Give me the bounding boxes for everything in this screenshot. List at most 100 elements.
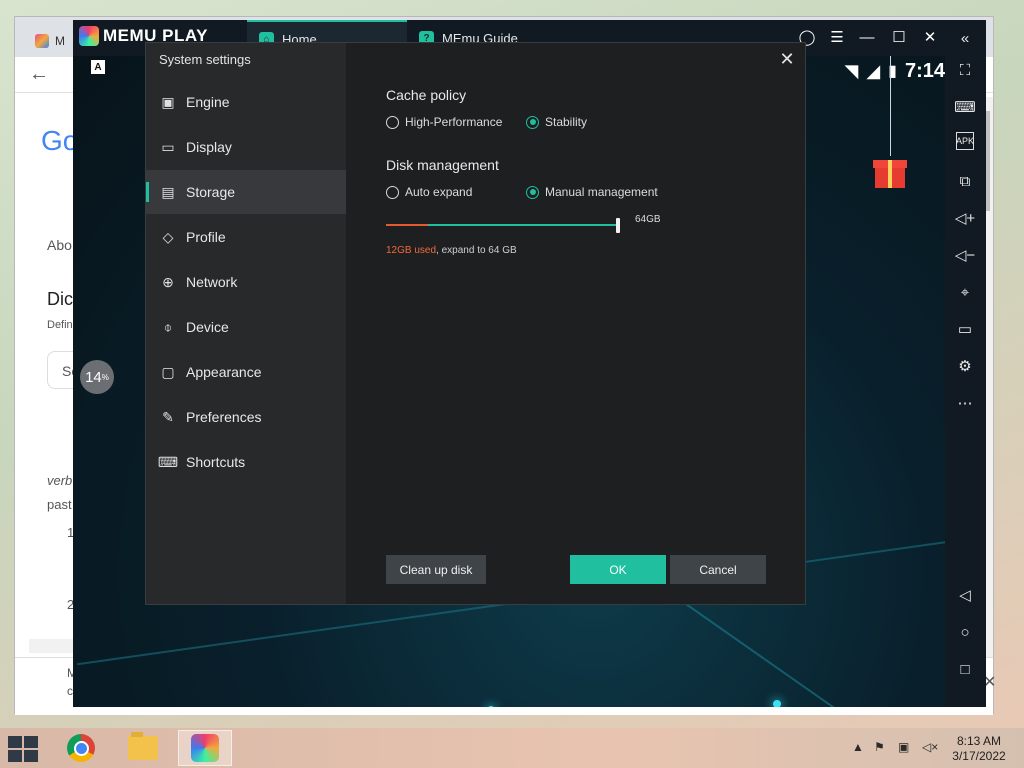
radio-high-performance[interactable]: High-Performance [386,115,502,129]
radio-button-selected [526,115,539,129]
wifi-icon: ◥ [844,60,859,81]
keyboard-icon[interactable]: ⌨ [953,95,977,119]
browser-tab-label: M [55,34,65,48]
taskbar-file-explorer[interactable] [116,730,170,766]
cancel-button[interactable]: Cancel [670,555,766,584]
progress-unit: % [101,372,109,382]
bg-glow-dot [773,700,781,707]
location-icon[interactable]: ⌖ [953,280,977,304]
chrome-icon [67,734,95,762]
android-status-bar: ◥ ◢ ▮ 7:14 [813,56,945,86]
nav-item-label: Appearance [186,364,262,380]
nav-item-profile[interactable]: ◇ Profile [146,215,346,259]
radio-auto-expand[interactable]: Auto expand [386,185,472,199]
storage-icon: ▤ [161,183,175,200]
fullscreen-icon[interactable]: ⛶ [953,58,977,82]
snippet-about: Abo [47,237,72,253]
tag-icon: ◇ [162,228,174,245]
start-pane [24,736,38,748]
gift-ribbon [888,160,892,188]
a-badge: A [91,60,105,74]
settings-gear-icon[interactable]: ⚙ [953,354,977,378]
radio-stability[interactable]: Stability [526,115,587,129]
settings-nav: System settings ▣ Engine ▭ Display ▤ Sto… [146,43,346,604]
slider-used-portion [386,224,428,226]
android-home-icon[interactable]: ○ [953,620,977,644]
memu-logo-icon [79,26,99,46]
taskbar-clock[interactable]: 8:13 AM 3/17/2022 [946,734,1012,764]
wrench-icon: ✎ [162,408,174,425]
taskbar-chrome[interactable] [54,730,108,766]
nav-item-label: Shortcuts [186,454,246,470]
volume-up-icon[interactable]: ◁+ [953,206,977,230]
speaker-muted-icon[interactable]: ◁× [922,740,938,754]
apk-install-icon[interactable]: APK [956,132,974,150]
nav-item-preferences[interactable]: ✎ Preferences [146,395,346,439]
memu-app-icon [191,734,219,762]
android-back-icon[interactable]: ◁ [953,583,977,607]
collapse-toolbar-icon[interactable]: « [953,26,977,50]
more-options-icon[interactable]: ⋯ [953,391,977,415]
globe-icon: ⊕ [162,273,174,290]
menu-icon[interactable]: ☰ [825,26,849,48]
nav-item-label: Network [186,274,238,290]
ok-button[interactable]: OK [570,555,666,584]
progress-value: 14 [85,368,102,386]
taskbar-memu[interactable] [178,730,232,766]
slider-handle[interactable] [616,218,620,233]
gift-icon[interactable] [873,156,907,190]
network-icon[interactable]: ▣ [898,740,909,754]
windows-start-icon[interactable] [8,736,38,762]
signal-icon: ◢ [866,60,881,81]
maximize-icon[interactable]: ☐ [887,26,911,48]
bg-glow-dot [487,706,495,707]
clean-up-disk-button[interactable]: Clean up disk [386,555,486,584]
windows-taskbar: ▲ ⚑ ▣ ◁× 8:13 AM 3/17/2022 [0,728,1024,768]
radio-label: Stability [545,115,588,129]
nav-item-device[interactable]: ⌽ Device [146,305,346,349]
nav-item-storage[interactable]: ▤ Storage [146,170,346,214]
start-pane [8,750,22,762]
chip-icon: ▣ [161,93,175,110]
android-recents-icon[interactable]: □ [953,657,977,681]
nav-item-label: Display [186,139,232,155]
dialog-title: System settings [159,52,251,67]
clock-time: 8:13 AM [956,734,1002,748]
snippet-verb: verb [47,473,73,488]
volume-down-icon[interactable]: ◁− [953,243,977,267]
snippet-past: past [47,497,72,512]
disk-usage-text: 12GB used, expand to 64 GB [386,245,517,256]
disk-size-slider[interactable] [386,218,620,233]
nav-item-label: Device [186,319,229,335]
nav-item-label: Storage [186,184,236,200]
nav-item-shortcuts[interactable]: ⌨ Shortcuts [146,440,346,484]
close-icon[interactable]: ✕ [918,26,942,48]
disk-management-title: Disk management [386,157,499,173]
show-hidden-icons-icon[interactable]: ▲ [852,740,864,754]
start-pane [8,736,22,748]
microphone-icon: ⌽ [163,318,173,335]
disk-used-text: 12GB used [386,245,437,256]
nav-item-appearance[interactable]: ▢ Appearance [146,350,346,394]
dialog-close-icon[interactable]: ✕ [777,49,797,69]
folder-icon[interactable]: ▭ [953,317,977,341]
window-icon: ▢ [161,363,175,380]
multi-instance-icon[interactable]: ⧉ [953,169,977,193]
radio-manual-management[interactable]: Manual management [526,185,658,199]
nav-item-display[interactable]: ▭ Display [146,125,346,169]
memu-toolbar: « ⛶ ⌨ APK ⧉ ◁+ ◁− ⌖ ▭ ⚙ ⋯ ◁ ○ □ [945,20,986,707]
snippet-def: Defin [47,319,73,331]
minimize-icon[interactable]: — [855,26,879,48]
action-center-flag-icon[interactable]: ⚑ [874,740,885,754]
file-explorer-icon [128,732,158,760]
monitor-icon: ▭ [161,138,175,155]
back-arrow-icon[interactable]: ← [29,63,49,86]
progress-indicator: 14% [80,360,114,394]
radio-button [386,185,399,199]
nav-item-network[interactable]: ⊕ Network [146,260,346,304]
clock-date: 3/17/2022 [952,749,1006,763]
radio-button-selected [526,185,539,199]
nav-item-engine[interactable]: ▣ Engine [146,80,346,124]
system-settings-dialog: System settings ▣ Engine ▭ Display ▤ Sto… [145,42,806,605]
site-favicon-icon [35,34,49,48]
